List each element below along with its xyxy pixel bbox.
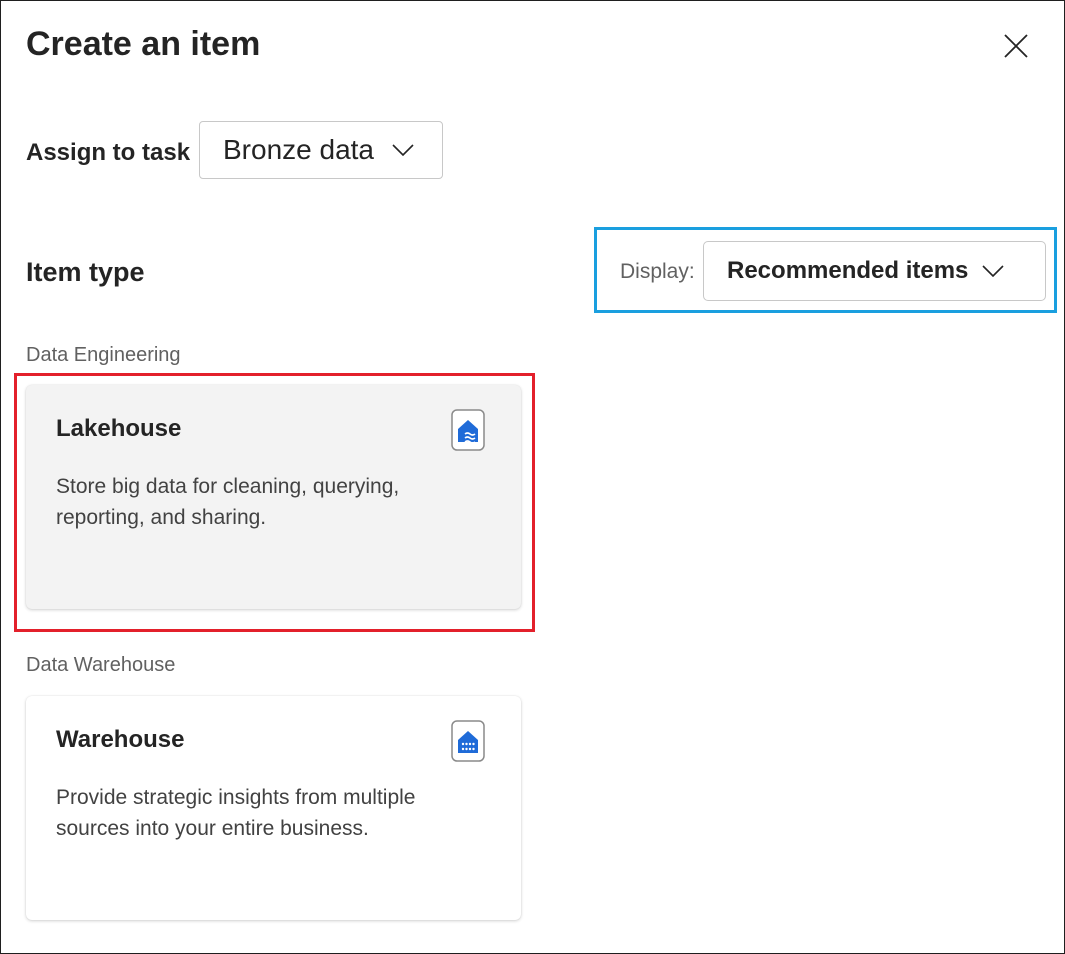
category-data-engineering: Data Engineering: [26, 344, 181, 366]
card-title: Warehouse: [56, 726, 185, 753]
create-item-dialog: Create an item Assign to task Bronze dat…: [0, 0, 1065, 954]
category-data-warehouse: Data Warehouse: [26, 654, 176, 676]
warehouse-icon: [451, 720, 485, 762]
assign-task-dropdown[interactable]: Bronze data: [199, 121, 443, 179]
card-title: Lakehouse: [56, 415, 182, 442]
card-description: Provide strategic insights from multiple…: [56, 786, 416, 840]
display-label: Display:: [620, 260, 695, 283]
dialog-title: Create an item: [26, 25, 261, 63]
display-filter-dropdown[interactable]: Recommended items: [703, 241, 1046, 301]
assign-to-task-label: Assign to task: [26, 139, 191, 166]
display-filter-value: Recommended items: [727, 257, 969, 284]
chevron-down-icon: [982, 265, 1004, 277]
card-description: Store big data for cleaning, querying, r…: [56, 475, 400, 529]
lakehouse-icon: [451, 409, 485, 451]
item-card-lakehouse[interactable]: Lakehouse Store big data for cleaning, q…: [26, 385, 521, 609]
close-button[interactable]: [999, 29, 1033, 63]
assign-task-value: Bronze data: [223, 134, 374, 165]
item-card-warehouse[interactable]: Warehouse Provide strategic insights fro…: [26, 696, 521, 920]
close-icon: [1004, 34, 1028, 58]
item-type-heading: Item type: [26, 257, 145, 287]
chevron-down-icon: [392, 144, 414, 156]
